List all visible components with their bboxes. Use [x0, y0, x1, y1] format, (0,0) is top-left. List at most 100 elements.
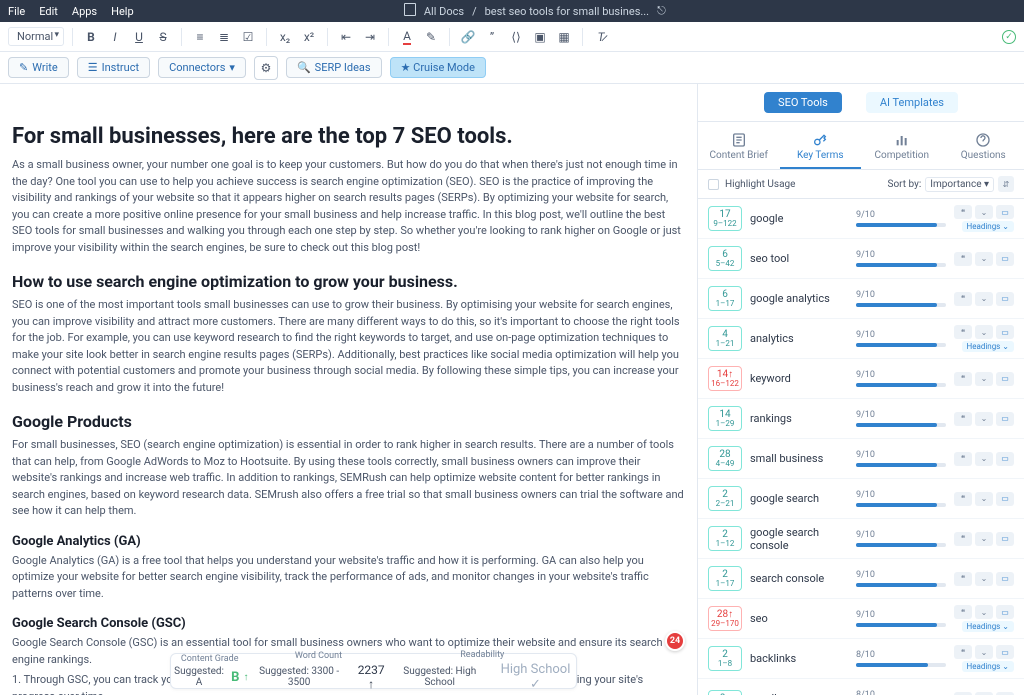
- indent-out-button[interactable]: ⇤: [336, 27, 356, 47]
- term-card-icon[interactable]: ▭: [996, 252, 1014, 266]
- connectors-button[interactable]: Connectors ▾: [158, 57, 246, 78]
- tab-ai-templates[interactable]: AI Templates: [866, 92, 958, 113]
- term-row[interactable]: 284–49 small business 9/10 ❝ ⌄ ▭: [698, 439, 1024, 479]
- doc-paragraph[interactable]: As a small business owner, your number o…: [12, 157, 685, 256]
- term-row[interactable]: 21–8 backlinks 8/10 ❝ ⌄ ▭ Headings ⌄: [698, 639, 1024, 679]
- doc-h3[interactable]: Google Analytics (GA): [12, 534, 685, 549]
- term-row[interactable]: 61–17 google analytics 9/10 ❝ ⌄ ▭: [698, 279, 1024, 319]
- menu-apps[interactable]: Apps: [72, 5, 97, 18]
- term-quote-icon[interactable]: ❝: [954, 372, 972, 386]
- term-card-icon[interactable]: ▭: [996, 452, 1014, 466]
- highlight-usage-checkbox[interactable]: [708, 179, 719, 190]
- highlight-button[interactable]: ✎: [421, 27, 441, 47]
- term-quote-icon[interactable]: ❝: [954, 572, 972, 586]
- term-quote-icon[interactable]: ❝: [954, 532, 972, 546]
- term-card-icon[interactable]: ▭: [996, 605, 1014, 619]
- indent-in-button[interactable]: ⇥: [360, 27, 380, 47]
- doc-h1[interactable]: For small businesses, here are the top 7…: [12, 124, 685, 149]
- doc-h2[interactable]: Google Products: [12, 412, 685, 431]
- term-card-icon[interactable]: ▭: [996, 532, 1014, 546]
- breadcrumb-doc[interactable]: best seo tools for small busines...: [485, 5, 649, 18]
- headings-tag[interactable]: Headings ⌄: [962, 621, 1014, 632]
- breadcrumb-root[interactable]: All Docs: [424, 5, 464, 18]
- subtab-questions[interactable]: Questions: [943, 128, 1024, 169]
- document-editor[interactable]: For small businesses, here are the top 7…: [0, 84, 697, 695]
- headings-tag[interactable]: Headings ⌄: [962, 341, 1014, 352]
- term-expand-icon[interactable]: ⌄: [975, 412, 993, 426]
- term-quote-icon[interactable]: ❝: [954, 325, 972, 339]
- term-row[interactable]: 28↑29–170 seo 9/10 ❝ ⌄ ▭ Headings ⌄: [698, 599, 1024, 639]
- share-icon[interactable]: ⎋: [657, 4, 666, 18]
- term-expand-icon[interactable]: ⌄: [975, 692, 993, 695]
- table-button[interactable]: ▦: [554, 27, 574, 47]
- task-list-button[interactable]: ☑: [238, 27, 258, 47]
- subtab-competition[interactable]: Competition: [861, 128, 943, 169]
- term-card-icon[interactable]: ▭: [996, 292, 1014, 306]
- doc-h2[interactable]: How to use search engine optimization to…: [12, 272, 685, 291]
- term-quote-icon[interactable]: ❝: [954, 292, 972, 306]
- tab-seo-tools[interactable]: SEO Tools: [764, 92, 842, 113]
- cruise-mode-button[interactable]: ★ Cruise Mode: [390, 57, 486, 78]
- sort-select[interactable]: Importance ▾: [925, 177, 994, 192]
- term-quote-icon[interactable]: ❝: [954, 492, 972, 506]
- term-card-icon[interactable]: ▭: [996, 412, 1014, 426]
- instruct-button[interactable]: ☰ Instruct: [77, 57, 150, 78]
- doc-paragraph[interactable]: For small businesses, SEO (search engine…: [12, 437, 685, 520]
- term-expand-icon[interactable]: ⌄: [975, 532, 993, 546]
- term-expand-icon[interactable]: ⌄: [975, 325, 993, 339]
- term-row[interactable]: 14↑16–122 keyword 9/10 ❝ ⌄ ▭: [698, 359, 1024, 399]
- term-row[interactable]: 179–122 google 9/10 ❝ ⌄ ▭ Headings ⌄: [698, 199, 1024, 239]
- strike-button[interactable]: S: [153, 27, 173, 47]
- filter-icon[interactable]: ⇵: [998, 176, 1014, 192]
- underline-button[interactable]: U: [129, 27, 149, 47]
- term-card-icon[interactable]: ▭: [996, 645, 1014, 659]
- term-expand-icon[interactable]: ⌄: [975, 492, 993, 506]
- quote-button[interactable]: ”: [482, 27, 502, 47]
- term-card-icon[interactable]: ▭: [996, 372, 1014, 386]
- italic-button[interactable]: I: [105, 27, 125, 47]
- code-button[interactable]: ⟨⟩: [506, 27, 526, 47]
- ordered-list-button[interactable]: ≣: [214, 27, 234, 47]
- doc-h3[interactable]: Google Search Console (GSC): [12, 616, 685, 631]
- bold-button[interactable]: B: [81, 27, 101, 47]
- subtab-key-terms[interactable]: Key Terms: [780, 128, 862, 169]
- term-row[interactable]: 21–17 search console 9/10 ❝ ⌄ ▭: [698, 559, 1024, 599]
- headings-tag[interactable]: Headings ⌄: [962, 221, 1014, 232]
- serp-ideas-button[interactable]: 🔍 SERP Ideas: [286, 57, 382, 78]
- term-row[interactable]: 65–42 seo tool 9/10 ❝ ⌄ ▭: [698, 239, 1024, 279]
- term-row[interactable]: 22–21 google search 9/10 ❝ ⌄ ▭: [698, 479, 1024, 519]
- link-button[interactable]: 🔗: [458, 27, 478, 47]
- term-expand-icon[interactable]: ⌄: [975, 572, 993, 586]
- term-quote-icon[interactable]: ❝: [954, 645, 972, 659]
- clear-format-button[interactable]: T̷: [591, 27, 611, 47]
- term-expand-icon[interactable]: ⌄: [975, 292, 993, 306]
- subtab-content-brief[interactable]: Content Brief: [698, 128, 780, 169]
- menu-edit[interactable]: Edit: [39, 5, 58, 18]
- term-card-icon[interactable]: ▭: [996, 492, 1014, 506]
- notification-badge[interactable]: 24: [665, 631, 685, 651]
- superscript-button[interactable]: x²: [299, 27, 319, 47]
- term-row[interactable]: 21–12 google search console 9/10 ❝ ⌄ ▭: [698, 519, 1024, 559]
- term-quote-icon[interactable]: ❝: [954, 452, 972, 466]
- term-expand-icon[interactable]: ⌄: [975, 605, 993, 619]
- term-expand-icon[interactable]: ⌄: [975, 252, 993, 266]
- term-card-icon[interactable]: ▭: [996, 572, 1014, 586]
- term-quote-icon[interactable]: ❝: [954, 412, 972, 426]
- subscript-button[interactable]: x₂: [275, 27, 295, 47]
- term-row[interactable]: 141–29 rankings 9/10 ❝ ⌄ ▭: [698, 399, 1024, 439]
- term-quote-icon[interactable]: ❝: [954, 252, 972, 266]
- doc-paragraph[interactable]: SEO is one of the most important tools s…: [12, 297, 685, 396]
- menu-file[interactable]: File: [8, 5, 25, 18]
- term-row[interactable]: 0↑ email 8/10 ❝ ⌄ ▭: [698, 679, 1024, 695]
- write-button[interactable]: ✎ Write: [8, 57, 69, 78]
- doc-paragraph[interactable]: Google Analytics (GA) is a free tool tha…: [12, 553, 685, 603]
- term-card-icon[interactable]: ▭: [996, 692, 1014, 695]
- text-color-button[interactable]: A: [397, 27, 417, 47]
- image-button[interactable]: ▣: [530, 27, 550, 47]
- paragraph-style-select[interactable]: Normal: [8, 27, 64, 46]
- term-expand-icon[interactable]: ⌄: [975, 452, 993, 466]
- term-expand-icon[interactable]: ⌄: [975, 645, 993, 659]
- term-card-icon[interactable]: ▭: [996, 205, 1014, 219]
- term-quote-icon[interactable]: ❝: [954, 205, 972, 219]
- menu-help[interactable]: Help: [111, 5, 134, 18]
